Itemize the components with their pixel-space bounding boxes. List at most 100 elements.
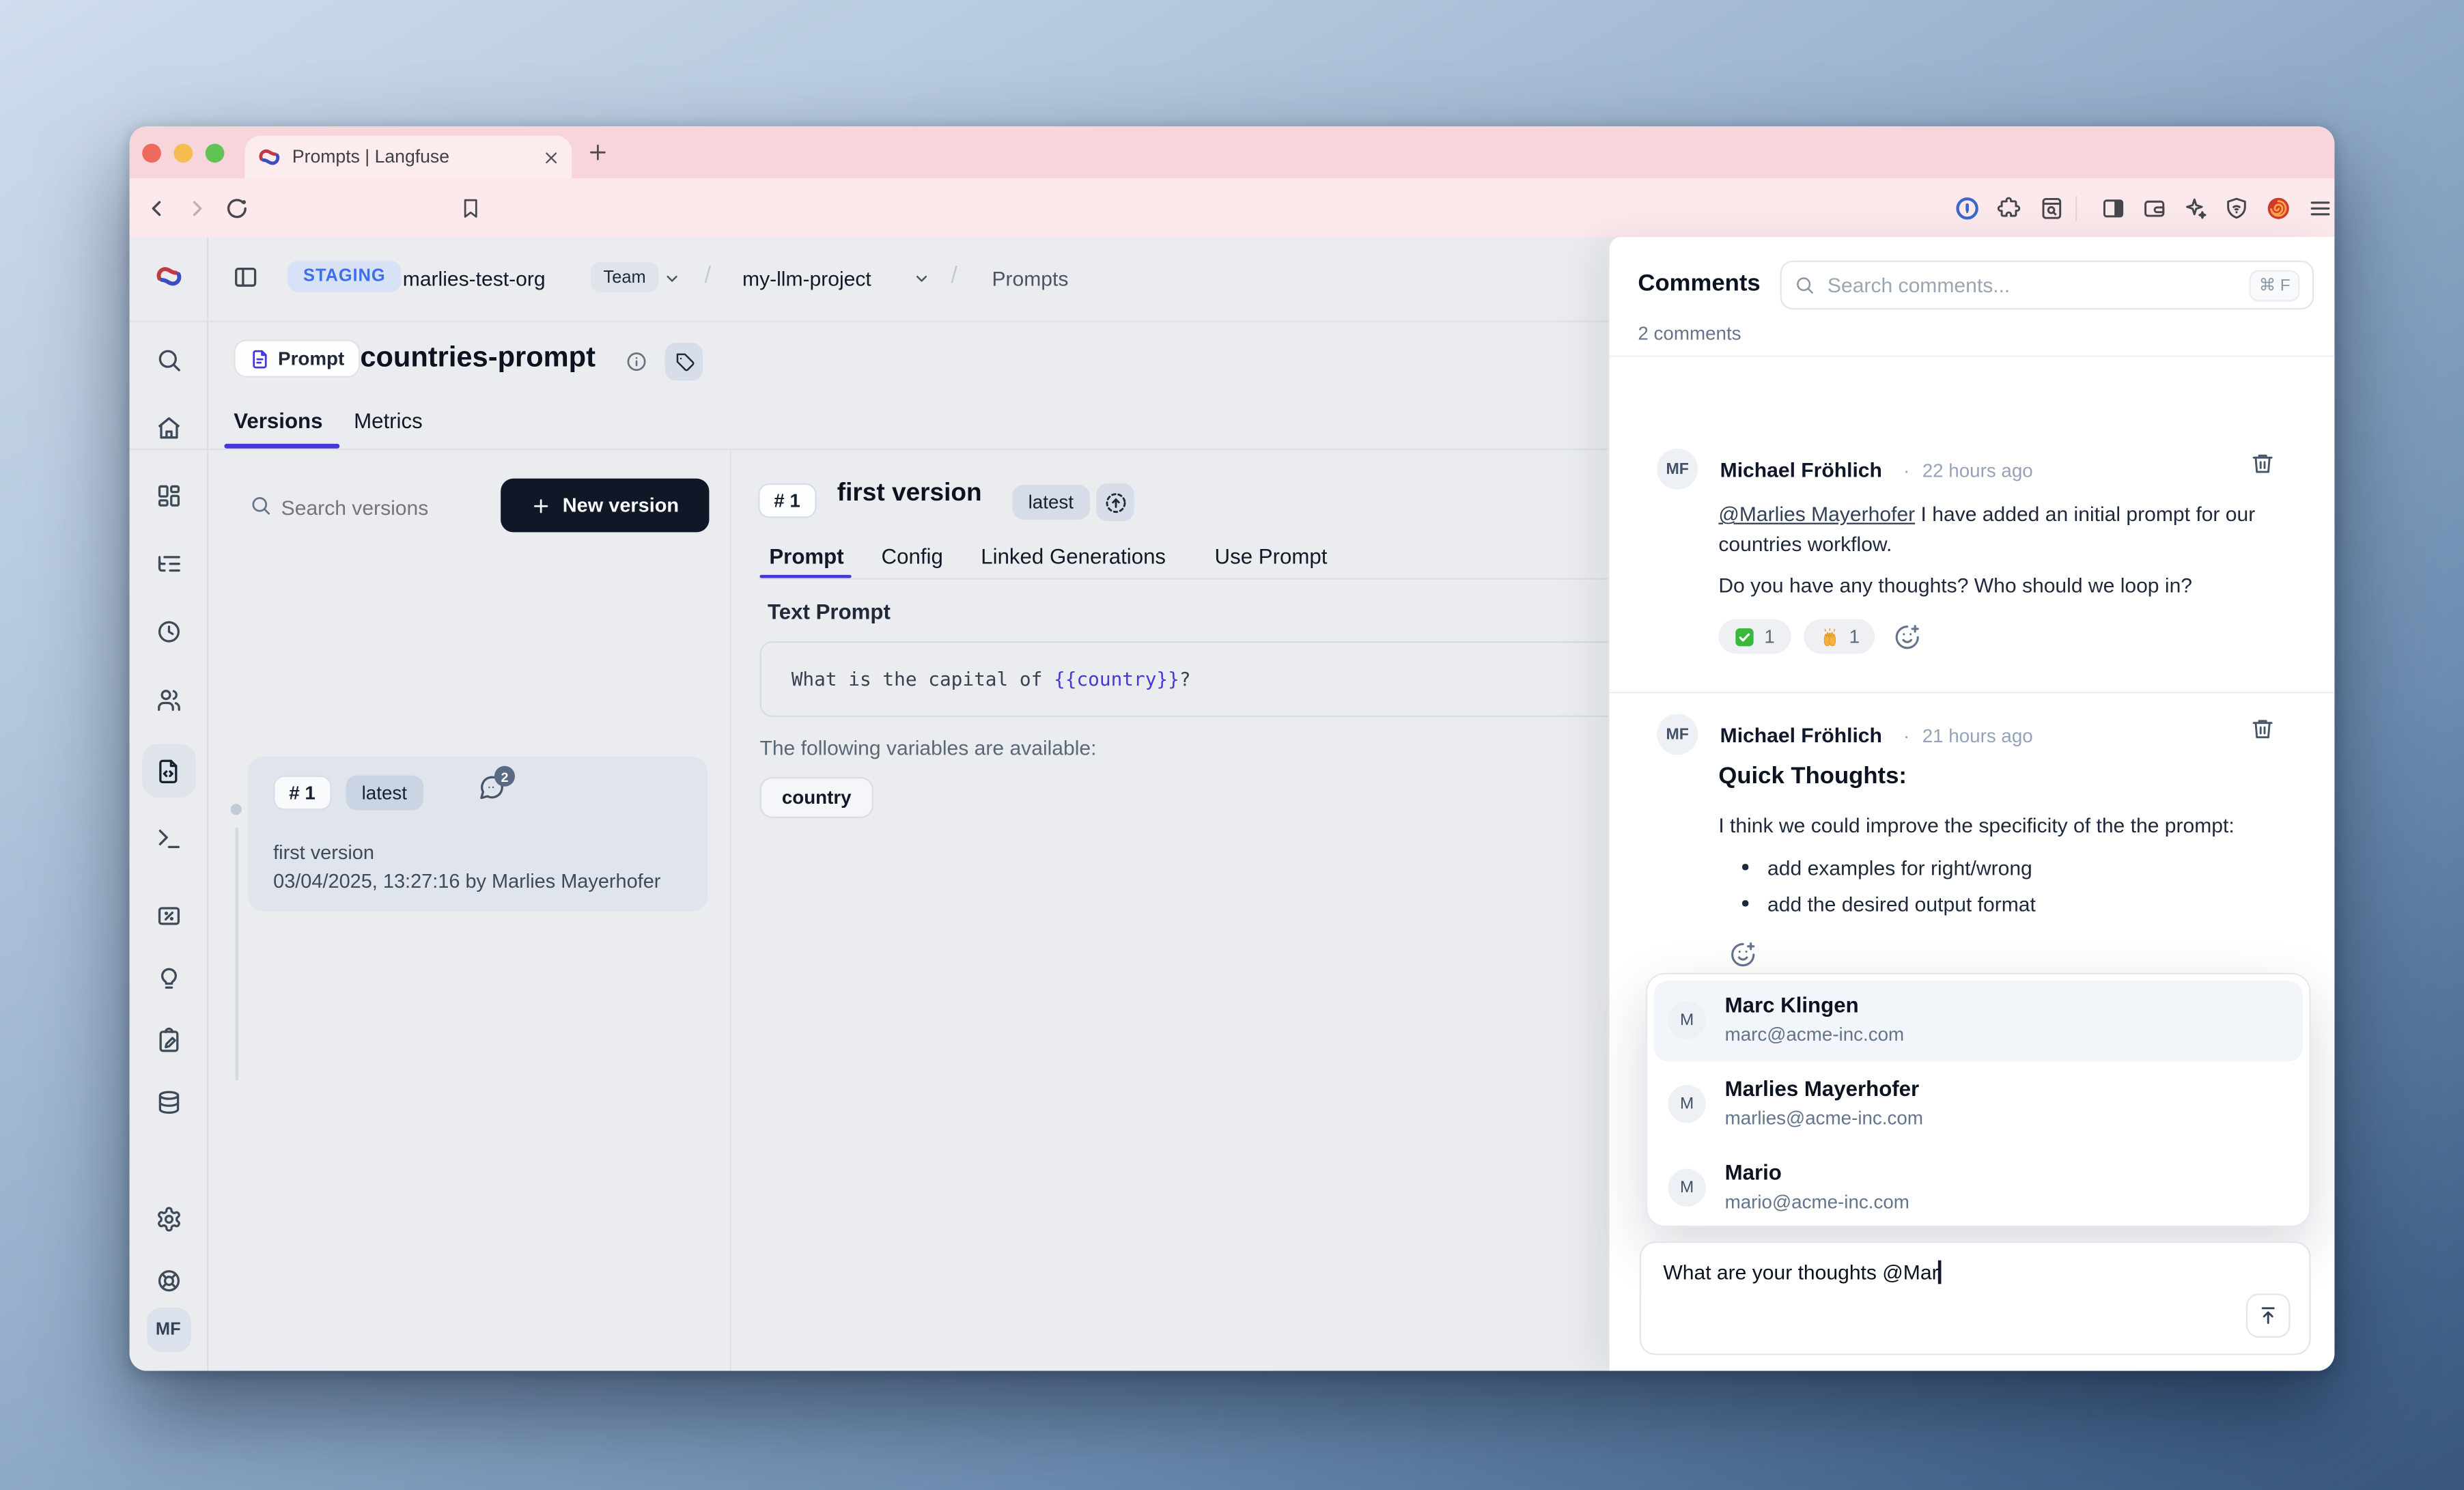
sidebar-item-home[interactable] xyxy=(155,414,182,441)
sidebar-item-users[interactable] xyxy=(155,686,182,713)
comment-bubble-icon[interactable]: 2 xyxy=(479,774,505,800)
versions-search-input[interactable] xyxy=(278,483,490,531)
comments-search[interactable]: ⌘ F xyxy=(1780,261,2314,310)
add-reaction-icon[interactable] xyxy=(1730,941,1756,968)
mention-option-marc[interactable]: M Marc Klingen marc@acme-inc.com xyxy=(1654,981,2304,1061)
bullet-item: add examples for right/wrong xyxy=(1767,853,2032,883)
user-avatar[interactable]: MF xyxy=(146,1308,191,1352)
comment-input[interactable]: What are your thoughts @Mar xyxy=(1640,1241,2311,1355)
new-version-label: New version xyxy=(563,494,679,516)
version-card[interactable]: # 1 latest 2 first version 03/04/2025, 1… xyxy=(248,757,708,912)
new-version-button[interactable]: New version xyxy=(501,479,709,533)
timeline-line xyxy=(236,828,238,1080)
comments-panel: Comments ⌘ F 2 comments MF Michael Fröhl… xyxy=(1608,237,2334,1371)
prompt-text: What is the capital of {{country}}? xyxy=(792,668,1191,690)
mention-option-marlies[interactable]: M Marlies Mayerhofer marlies@acme-inc.co… xyxy=(1654,1065,2304,1145)
add-reaction-icon[interactable] xyxy=(1894,623,1921,649)
sidebar-item-playground[interactable] xyxy=(155,825,182,852)
detail-tab-use-prompt[interactable]: Use Prompt xyxy=(1215,545,1328,569)
langfuse-logo[interactable] xyxy=(154,262,182,291)
breadcrumb-org[interactable]: marlies-test-org xyxy=(403,266,546,290)
comment-avatar: MF xyxy=(1657,449,1698,490)
sidebar-item-settings[interactable] xyxy=(155,1206,182,1233)
white-check-mark-emoji xyxy=(1734,626,1754,647)
variable-chip[interactable]: country xyxy=(759,777,873,818)
breadcrumb-section: Prompts xyxy=(992,266,1068,290)
leo-ai-icon[interactable] xyxy=(2183,195,2208,221)
version-number-badge: # 1 xyxy=(273,776,331,811)
sidebar-item-sessions[interactable] xyxy=(155,618,182,645)
browser-toolbar: staging.langfuse.com/project/cm22fk0w700… xyxy=(130,178,2335,237)
comments-divider xyxy=(1610,355,2335,356)
tab-close-icon[interactable] xyxy=(544,150,559,165)
delete-comment-icon[interactable] xyxy=(2251,451,2275,475)
breadcrumb-project[interactable]: my-llm-project xyxy=(742,266,871,290)
reaction-check[interactable]: 1 xyxy=(1718,619,1791,654)
sidebar-item-dashboards[interactable] xyxy=(155,483,182,509)
mention-avatar: M xyxy=(1668,1001,1706,1039)
sidebar-item-evaluation[interactable] xyxy=(155,966,182,992)
new-tab-button[interactable] xyxy=(587,142,608,163)
bullet-item: add the desired output format xyxy=(1767,889,2036,919)
traffic-light-minimize[interactable] xyxy=(173,143,193,162)
extensions-icon[interactable] xyxy=(1996,195,2021,221)
version-latest-badge: latest xyxy=(346,776,423,811)
app-sidebar: MF xyxy=(130,237,209,1371)
comment-body-2: Do you have any thoughts? Who should we … xyxy=(1718,570,2274,600)
detail-tab-prompt[interactable]: Prompt xyxy=(769,545,843,569)
comment-meta-separator: · xyxy=(1903,460,1909,481)
delete-comment-icon[interactable] xyxy=(2251,717,2275,741)
back-button[interactable] xyxy=(143,195,169,221)
circle-arrow-up-icon xyxy=(1104,490,1128,514)
menu-icon[interactable] xyxy=(2308,195,2333,221)
reload-button[interactable] xyxy=(224,195,249,221)
project-chevron-down-icon[interactable] xyxy=(913,270,930,287)
sidebar-item-annotation[interactable] xyxy=(155,1027,182,1054)
sidebar-item-search[interactable] xyxy=(155,347,182,374)
toolbar-divider xyxy=(2075,195,2077,221)
sidebar-toggle-icon[interactable] xyxy=(2101,195,2126,221)
bookmark-icon[interactable] xyxy=(460,196,481,220)
org-chevron-down-icon[interactable] xyxy=(663,270,680,287)
mention-link[interactable]: @Marlies Mayerhofer xyxy=(1718,502,1915,526)
plus-icon xyxy=(531,495,552,516)
submit-comment-button[interactable] xyxy=(2246,1293,2291,1338)
version-name: first version xyxy=(273,842,374,864)
traffic-light-zoom[interactable] xyxy=(206,143,225,162)
comment-meta-separator: · xyxy=(1903,725,1909,747)
sidebar-item-tracing[interactable] xyxy=(155,550,182,577)
comment-author: Michael Fröhlich xyxy=(1720,458,1882,482)
langfuse-app: MF STAGING marlies-test-org Team / my-ll… xyxy=(130,237,2335,1371)
detail-tab-linked-generations[interactable]: Linked Generations xyxy=(981,545,1166,569)
password-manager-icon[interactable] xyxy=(1954,194,1980,221)
langfuse-favicon xyxy=(257,145,281,169)
sidebar-item-prompts[interactable] xyxy=(141,744,195,798)
reader-search-icon[interactable] xyxy=(2039,195,2064,221)
detail-latest-badge: latest xyxy=(1013,485,1090,520)
traffic-light-close[interactable] xyxy=(142,143,161,162)
comments-search-input[interactable] xyxy=(1824,272,2240,298)
info-icon[interactable] xyxy=(626,350,647,372)
sidebar-item-datasets[interactable] xyxy=(155,1089,182,1116)
tab-versions[interactable]: Versions xyxy=(234,409,322,433)
promote-version-button[interactable] xyxy=(1096,483,1134,522)
detail-tab-config[interactable]: Config xyxy=(882,545,943,569)
firefox-swirl-icon[interactable] xyxy=(2265,194,2292,221)
mention-option-mario[interactable]: M Mario mario@acme-inc.com xyxy=(1654,1148,2304,1228)
vpn-shield-icon[interactable] xyxy=(2224,195,2249,221)
reaction-count: 1 xyxy=(1849,625,1860,647)
mention-name: Marlies Mayerhofer xyxy=(1725,1077,1920,1101)
sidebar-item-support[interactable] xyxy=(155,1267,182,1294)
sidebar-item-scores[interactable] xyxy=(155,903,182,929)
reaction-raised-hands[interactable]: 1 xyxy=(1804,619,1876,654)
tag-button[interactable] xyxy=(665,343,703,381)
panel-toggle-icon[interactable] xyxy=(232,264,259,290)
browser-tab[interactable]: Prompts | Langfuse xyxy=(244,136,572,178)
comment-body: @Marlies Mayerhofer I have added an init… xyxy=(1718,499,2274,559)
reactions-row: 1 1 xyxy=(1718,619,1921,654)
desktop: Prompts | Langfuse xyxy=(0,0,2464,1490)
tab-metrics[interactable]: Metrics xyxy=(354,409,423,433)
comment-author: Michael Fröhlich xyxy=(1720,723,1882,747)
wallet-icon[interactable] xyxy=(2142,195,2167,221)
forward-button[interactable] xyxy=(185,195,210,221)
